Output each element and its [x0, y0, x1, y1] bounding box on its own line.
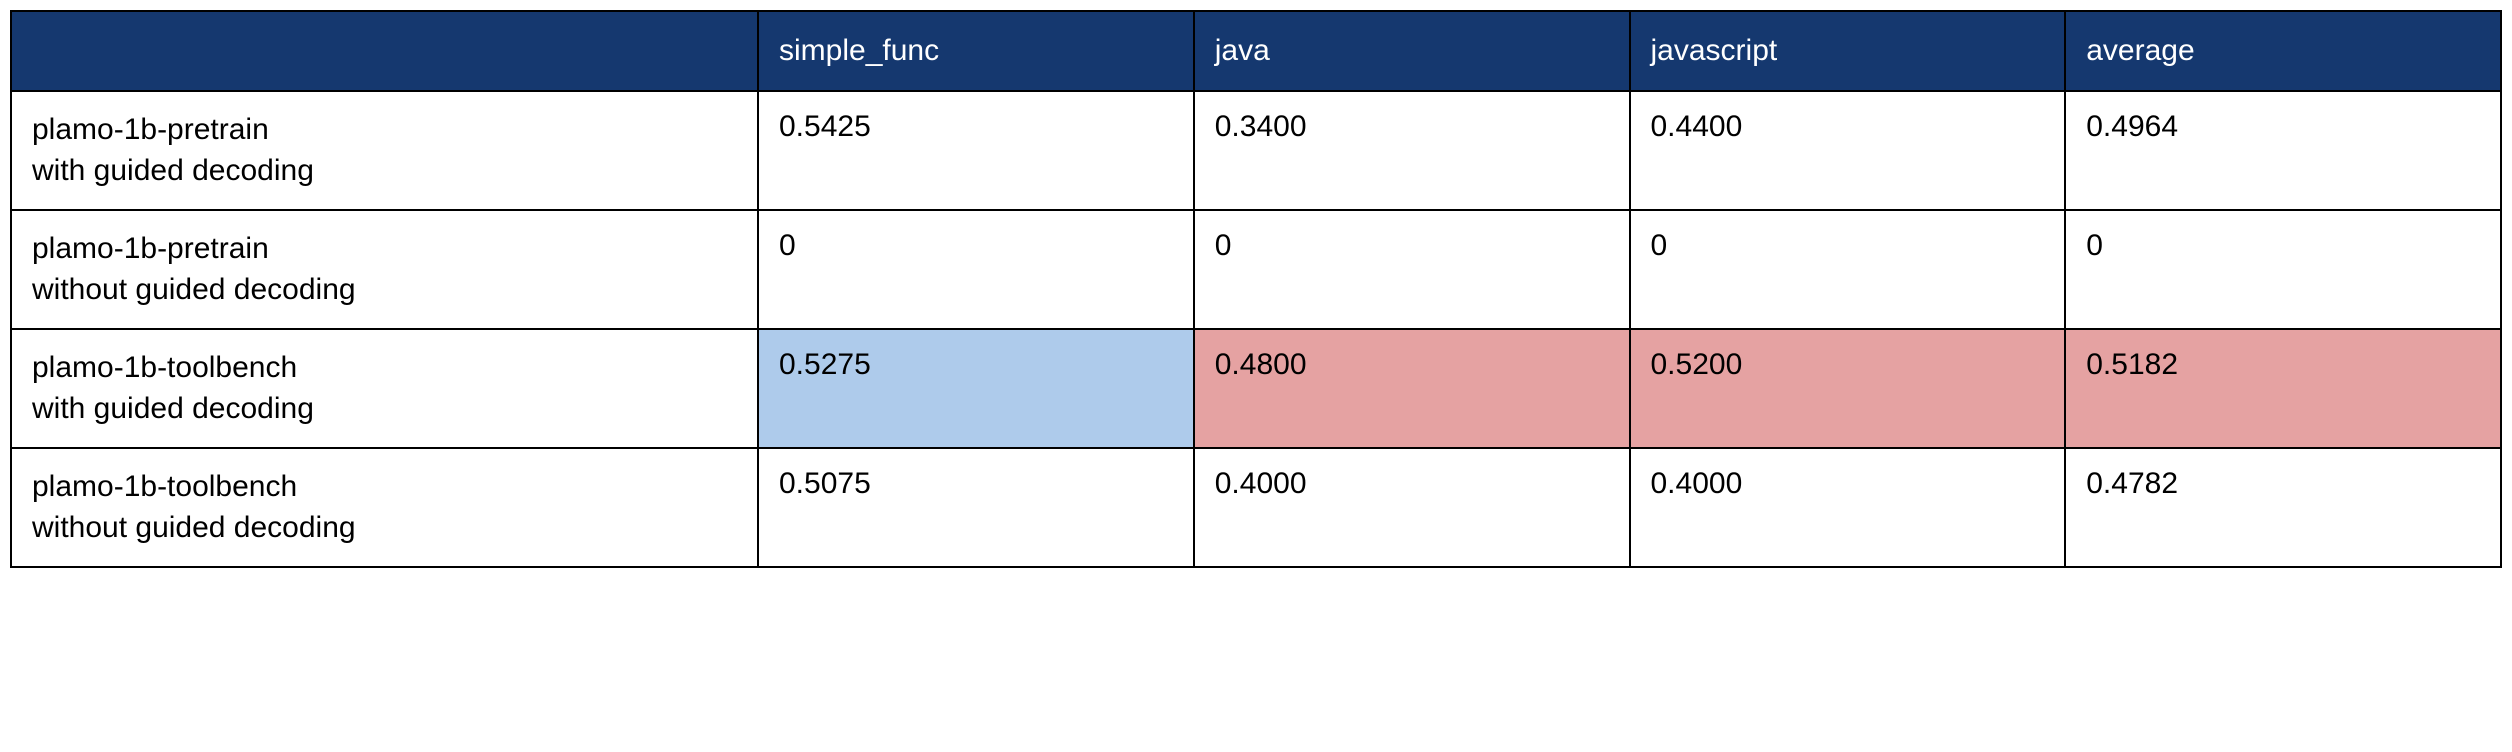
cell-value: 0.4400: [1630, 91, 2066, 210]
header-java: java: [1194, 11, 1630, 91]
header-average: average: [2065, 11, 2501, 91]
header-javascript: javascript: [1630, 11, 2066, 91]
cell-value: 0.3400: [1194, 91, 1630, 210]
row-label: plamo-1b-pretrain with guided decoding: [11, 91, 758, 210]
cell-value: 0.4800: [1194, 329, 1630, 448]
cell-value: 0.5075: [758, 448, 1194, 567]
cell-value: 0.4964: [2065, 91, 2501, 210]
cell-value: 0.5425: [758, 91, 1194, 210]
table-row: plamo-1b-toolbench without guided decodi…: [11, 448, 2501, 567]
table-row: plamo-1b-pretrain with guided decoding0.…: [11, 91, 2501, 210]
header-empty: [11, 11, 758, 91]
row-label: plamo-1b-toolbench without guided decodi…: [11, 448, 758, 567]
table-row: plamo-1b-toolbench with guided decoding0…: [11, 329, 2501, 448]
cell-value: 0.4000: [1194, 448, 1630, 567]
row-label: plamo-1b-toolbench with guided decoding: [11, 329, 758, 448]
header-simple-func: simple_func: [758, 11, 1194, 91]
cell-value: 0: [1194, 210, 1630, 329]
benchmark-table: simple_func java javascript average plam…: [10, 10, 2502, 568]
cell-value: 0: [2065, 210, 2501, 329]
row-label: plamo-1b-pretrain without guided decodin…: [11, 210, 758, 329]
cell-value: 0.4782: [2065, 448, 2501, 567]
table-row: plamo-1b-pretrain without guided decodin…: [11, 210, 2501, 329]
cell-value: 0.5182: [2065, 329, 2501, 448]
cell-value: 0.5200: [1630, 329, 2066, 448]
cell-value: 0: [758, 210, 1194, 329]
table-header-row: simple_func java javascript average: [11, 11, 2501, 91]
table-body: plamo-1b-pretrain with guided decoding0.…: [11, 91, 2501, 567]
cell-value: 0.5275: [758, 329, 1194, 448]
cell-value: 0: [1630, 210, 2066, 329]
cell-value: 0.4000: [1630, 448, 2066, 567]
